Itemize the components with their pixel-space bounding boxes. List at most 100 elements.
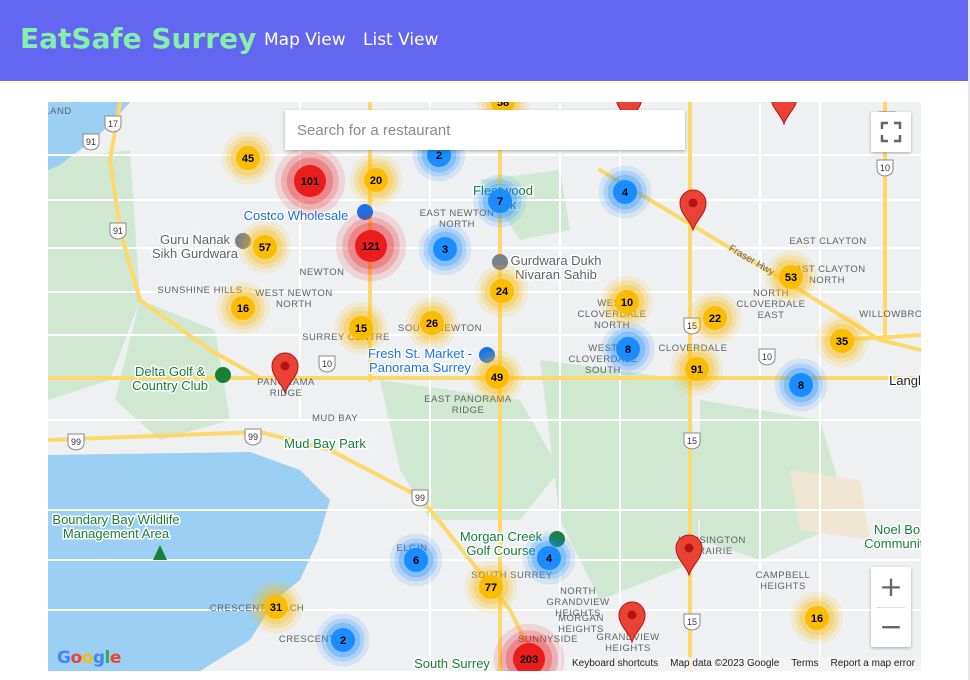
- restaurant-cluster[interactable]: 16: [790, 591, 844, 645]
- restaurant-cluster[interactable]: 3: [418, 222, 472, 276]
- cluster-count: 45: [242, 153, 254, 165]
- restaurant-cluster[interactable]: 77: [464, 560, 518, 614]
- svg-text:17: 17: [108, 119, 118, 129]
- cluster-count: 26: [426, 318, 438, 330]
- restaurant-cluster[interactable]: 16: [216, 281, 270, 335]
- cluster-count: 24: [496, 286, 509, 298]
- restaurant-cluster[interactable]: 57: [238, 220, 292, 274]
- highway-shield: 17: [104, 115, 122, 133]
- area-label: CAMPBELL HEIGHTS: [756, 570, 811, 592]
- restaurant-search-input[interactable]: [285, 110, 685, 150]
- place-label[interactable]: Langl: [888, 372, 921, 390]
- place-label[interactable]: Fresh St. Market -Panorama Surrey: [366, 345, 473, 377]
- cluster-count: 8: [625, 344, 631, 356]
- highway-shield: 99: [244, 428, 262, 446]
- restaurant-map[interactable]: EAST NEWTON NORTH EAST CLAYTON NEWTON EAST C…: [48, 102, 921, 671]
- restaurant-cluster[interactable]: 24: [475, 264, 529, 318]
- cluster-count: 20: [370, 175, 382, 187]
- area-label: MUD BAY: [312, 413, 358, 424]
- place-label[interactable]: Mud Bay Park: [283, 435, 368, 453]
- restaurant-cluster[interactable]: 26: [405, 296, 459, 350]
- restaurant-cluster[interactable]: 121: [335, 210, 407, 282]
- nav-list-view[interactable]: List View: [363, 30, 438, 50]
- area-label: EAST CLAYTON: [789, 236, 866, 247]
- restaurant-cluster[interactable]: 31: [249, 580, 303, 634]
- svg-text:99: 99: [71, 437, 81, 447]
- cluster-count: 57: [259, 242, 271, 254]
- google-logo[interactable]: Google: [57, 648, 121, 668]
- restaurant-cluster[interactable]: 2: [316, 613, 370, 667]
- terms-link[interactable]: Terms: [791, 657, 818, 671]
- cluster-count: 91: [691, 364, 703, 376]
- highway-shield: 99: [411, 489, 429, 507]
- cluster-count: 2: [340, 635, 346, 647]
- cluster-count: 121: [362, 241, 380, 253]
- restaurant-cluster[interactable]: 6: [389, 533, 443, 587]
- svg-text:10: 10: [762, 352, 772, 362]
- zoom-in-button[interactable]: +: [871, 567, 911, 607]
- top-navbar: EatSafe Surrey Map View List View: [0, 0, 968, 81]
- svg-text:91: 91: [113, 226, 123, 236]
- restaurant-cluster[interactable]: 22: [688, 291, 742, 345]
- restaurant-cluster[interactable]: 4: [522, 531, 576, 585]
- cluster-count: 3: [442, 244, 448, 256]
- restaurant-cluster[interactable]: 35: [815, 314, 869, 368]
- restaurant-cluster[interactable]: 101: [274, 145, 346, 217]
- highway-shield: 10: [876, 159, 894, 177]
- fullscreen-icon: [880, 121, 902, 143]
- brand-title[interactable]: EatSafe Surrey: [20, 22, 256, 55]
- highway-shield: 10: [318, 355, 336, 373]
- cluster-count: 77: [485, 582, 497, 594]
- highway-shield: 15: [683, 432, 701, 450]
- cluster-count: 16: [811, 613, 823, 625]
- cluster-count: 58: [497, 102, 509, 109]
- highway-shield: 91: [109, 222, 127, 240]
- restaurant-cluster[interactable]: 15: [334, 301, 388, 355]
- map-canvas[interactable]: EAST NEWTON NORTHEAST CLAYTONNEWTON EAST C…: [48, 102, 921, 671]
- restaurant-cluster[interactable]: 8: [601, 322, 655, 376]
- restaurant-cluster[interactable]: 20: [349, 153, 403, 207]
- nav-map-view[interactable]: Map View: [264, 30, 346, 50]
- cluster-count: 8: [798, 380, 804, 392]
- cluster-count: 6: [413, 555, 419, 567]
- restaurant-cluster[interactable]: 45: [221, 131, 275, 185]
- place-label[interactable]: South Surrey: [413, 655, 492, 672]
- restaurant-cluster[interactable]: 10: [600, 275, 654, 329]
- restaurant-cluster[interactable]: 53: [764, 250, 818, 304]
- report-error-link[interactable]: Report a map error: [831, 657, 915, 671]
- highway-shield: 10: [758, 348, 776, 366]
- svg-text:10: 10: [322, 359, 332, 369]
- map-attribution: Keyboard shortcuts Map data ©2023 Google…: [565, 657, 921, 671]
- svg-text:10: 10: [880, 163, 890, 173]
- cluster-count: 22: [709, 313, 721, 325]
- cluster-count: 4: [546, 553, 553, 565]
- zoom-out-button[interactable]: −: [871, 607, 911, 647]
- fullscreen-button[interactable]: [871, 112, 911, 152]
- cluster-count: 35: [836, 336, 848, 348]
- place-label[interactable]: Delta Golf & Country Club: [131, 363, 210, 395]
- area-label: WILLOWBRO: [859, 309, 921, 320]
- svg-text:99: 99: [248, 432, 258, 442]
- cluster-count: 101: [301, 176, 319, 188]
- restaurant-cluster[interactable]: 8: [774, 358, 828, 412]
- restaurant-cluster[interactable]: 91: [670, 342, 724, 396]
- cluster-count: 31: [270, 602, 282, 614]
- restaurant-cluster[interactable]: 4: [598, 165, 652, 219]
- highway-shield: 15: [683, 613, 701, 631]
- restaurant-cluster[interactable]: 7: [473, 174, 527, 228]
- restaurant-cluster[interactable]: 49: [470, 350, 524, 404]
- keyboard-shortcuts-link[interactable]: Keyboard shortcuts: [572, 657, 658, 671]
- cluster-count: 16: [237, 303, 249, 315]
- svg-text:15: 15: [687, 436, 697, 446]
- place-label[interactable]: Guru Nanak Sikh Gurdwara: [151, 231, 241, 263]
- area-label: LAND: [48, 106, 72, 117]
- map-data-text: Map data ©2023 Google: [670, 658, 780, 669]
- zoom-controls: + −: [871, 567, 911, 647]
- svg-text:91: 91: [86, 137, 96, 147]
- place-label[interactable]: Boundary Bay Wildlife Management Area: [51, 511, 181, 543]
- highway-shield: 91: [82, 133, 100, 151]
- area-label: NEWTON: [299, 267, 344, 278]
- highway-shield: 99: [67, 433, 85, 451]
- cluster-count: 203: [520, 654, 538, 666]
- golf-icon: [215, 367, 231, 383]
